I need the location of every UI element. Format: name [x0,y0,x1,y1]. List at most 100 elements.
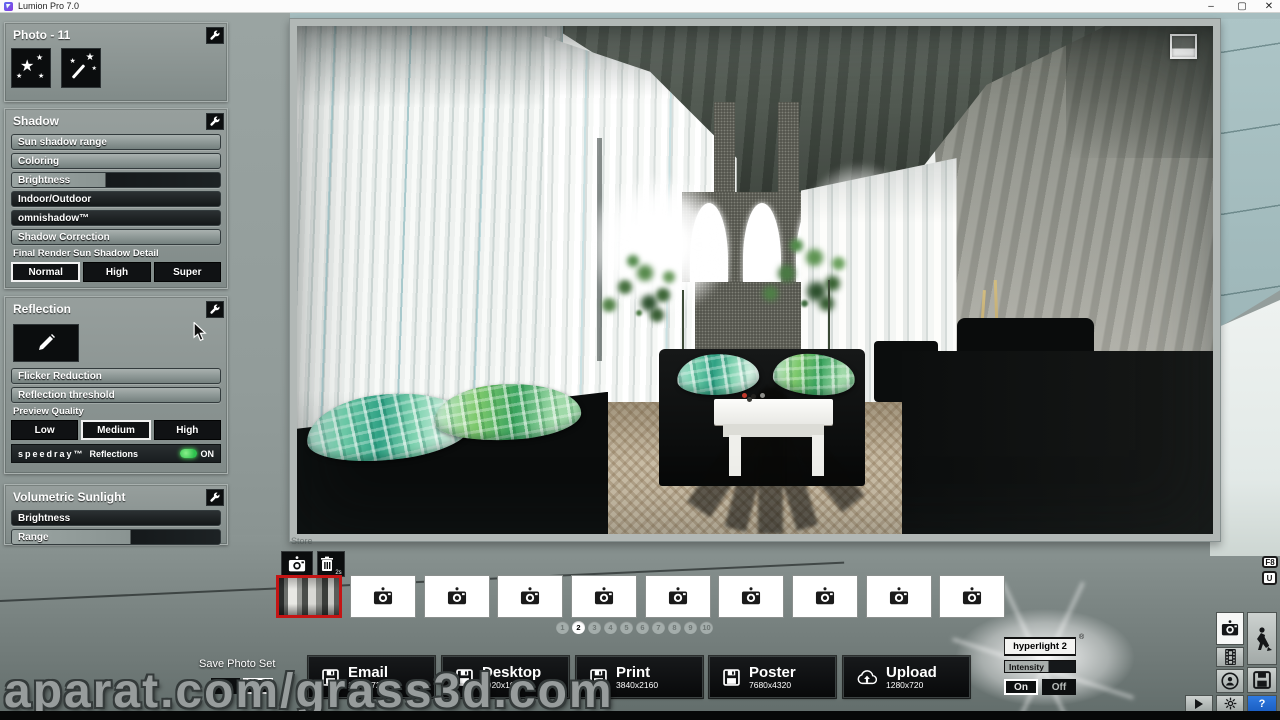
page-dot-4[interactable]: 4 [604,621,617,634]
photo-mode-button[interactable] [1216,612,1244,645]
shadow-settings-button[interactable] [206,112,224,130]
page-dot-6[interactable]: 6 [636,621,649,634]
floppy-icon [1253,671,1271,689]
photo-thumbnail-empty[interactable] [571,575,637,618]
photo-thumbnail-empty[interactable] [424,575,490,618]
speedray-suffix-label: Reflections [89,448,139,459]
settings-button[interactable] [1216,695,1244,712]
sun-shadow-range-slider[interactable]: Sun shadow range [11,134,221,150]
play-button[interactable] [1185,695,1213,712]
render-viewport[interactable] [297,26,1213,534]
volumetric-range-slider[interactable]: Range [11,529,221,545]
slider-label: Sun shadow range [18,136,107,148]
wrench-icon [210,492,220,502]
preview-quality-low-button[interactable]: Low [11,420,79,440]
coloring-slider[interactable]: Coloring [11,153,221,169]
omnishadow-slider[interactable]: omnishadow™ [11,210,221,226]
photo-thumbnail-empty[interactable] [718,575,784,618]
save-file-button[interactable] [1247,667,1277,693]
page-dot-8[interactable]: 8 [668,621,681,634]
photo-thumbnail-selected[interactable] [276,575,342,618]
camera-icon [373,587,393,605]
shadow-detail-normal-button[interactable]: Normal [11,262,81,282]
bottom-bar [0,711,1280,720]
maximize-button[interactable]: ▢ [1231,0,1253,13]
photo-thumbnail-empty[interactable] [792,575,858,618]
page-dot-2[interactable]: 2 [572,621,585,634]
magic-wand-icon [72,64,86,79]
save-set-on-button[interactable]: On [211,678,240,694]
scene-window-frame [597,137,603,362]
preview-quality-medium-button[interactable]: Medium [81,420,151,440]
build-mode-button[interactable] [1247,612,1277,665]
camera-icon [668,587,688,605]
hyperlight-reg-mark: ® [1079,634,1085,641]
flicker-reduction-slider[interactable]: Flicker Reduction [11,368,221,384]
toggle-on-indicator [179,449,197,458]
volumetric-settings-button[interactable] [206,488,224,506]
camera-icon [288,555,306,571]
hyperlight-intensity-slider[interactable]: Intensity [1004,660,1076,673]
floppy-icon [322,668,339,686]
photo-style-button[interactable]: ★ ★ ★ [61,48,102,88]
page-dot-7[interactable]: 7 [652,621,665,634]
reflection-threshold-slider[interactable]: Reflection threshold [11,387,221,403]
titlebar: Lumion Pro 7.0 – ▢ ✕ [0,0,1280,13]
page-dot-3[interactable]: 3 [588,621,601,634]
f8-key-badge: F8 [1262,556,1278,568]
floppy-icon [456,668,473,686]
volumetric-brightness-slider[interactable]: Brightness [11,510,221,526]
help-button[interactable]: ? [1247,695,1277,712]
slider-label: Coloring [18,155,60,167]
reflection-panel: Reflection Flicker Reduction Reflection … [4,296,228,474]
page-dot-9[interactable]: 9 [684,621,697,634]
export-resolution: 1920x1080 [482,679,525,690]
photo-panel: Photo - 11 ★ ★ ★ ★ ★ ★ ★ [4,22,228,102]
slider-label: Indoor/Outdoor [18,193,92,205]
page-dot-5[interactable]: 5 [620,621,633,634]
speedray-reflections-toggle[interactable]: speedray™ Reflections ON [11,444,221,463]
save-set-off-button[interactable]: Off [243,678,273,694]
movie-mode-button[interactable] [1216,647,1244,667]
photo-settings-button[interactable] [206,26,224,44]
preview-quality-high-button[interactable]: High [153,420,221,440]
shadow-detail-super-button[interactable]: Super [153,262,221,282]
render-poster-button[interactable]: Poster 7680x4320 [709,656,836,698]
hyperlight-on-button[interactable]: On [1004,679,1038,695]
scene-table-leg [811,435,824,477]
shadow-correction-slider[interactable]: Shadow Correction [11,229,221,245]
pencil-icon [39,334,55,350]
slider-label: Brightness [18,174,71,186]
photo-thumbnail-empty[interactable] [645,575,711,618]
brightness-slider[interactable]: Brightness [11,172,221,188]
photo-thumbnail-empty[interactable] [350,575,416,618]
delete-photo-button[interactable]: 2s [317,551,345,577]
close-button[interactable]: ✕ [1258,0,1280,13]
preview-quality-label: Preview Quality [13,406,84,417]
photo-thumbnail-empty[interactable] [497,575,563,618]
photo-effects-button[interactable]: ★ ★ ★ ★ [11,48,51,88]
photo-thumbnail-empty[interactable] [939,575,1005,618]
render-email-button[interactable]: Email 1280x720 [308,656,435,698]
hyperlight-off-button[interactable]: Off [1042,679,1076,695]
play-icon [1195,698,1203,709]
camera-icon [962,587,982,605]
minimize-button[interactable]: – [1200,0,1222,13]
indoor-outdoor-slider[interactable]: Indoor/Outdoor [11,191,221,207]
page-dot-10[interactable]: 10 [700,621,713,634]
camera-icon [594,587,614,605]
export-label: Print [616,663,651,681]
render-print-button[interactable]: Print 3840x2160 [576,656,703,698]
panorama-mode-button[interactable] [1216,669,1244,693]
edit-reflection-planes-button[interactable] [13,324,79,362]
store-camera-button[interactable] [281,551,313,577]
photo-thumbnail-empty[interactable] [866,575,932,618]
page-dot-1[interactable]: 1 [556,621,569,634]
export-resolution: 1280x720 [886,679,924,690]
reflection-settings-button[interactable] [206,300,224,318]
slider-label: omnishadow™ [18,212,90,224]
render-desktop-button[interactable]: Desktop 1920x1080 [442,656,569,698]
aspect-ratio-icon[interactable] [1169,33,1197,59]
shadow-detail-high-button[interactable]: High [83,262,151,282]
render-upload-button[interactable]: Upload 1280x720 [843,656,970,698]
